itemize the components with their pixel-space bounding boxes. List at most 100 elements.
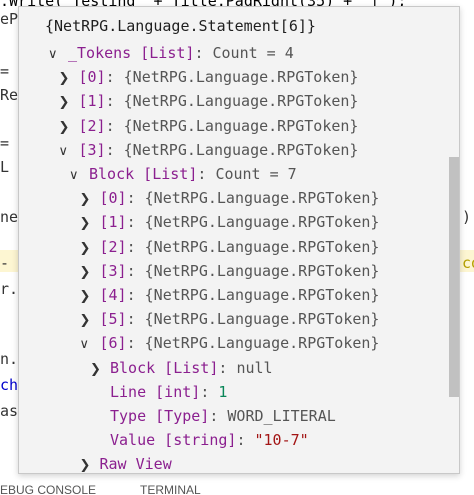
chevron-right-icon[interactable]: ❯: [80, 309, 100, 333]
chevron-right-icon[interactable]: ❯: [80, 285, 100, 309]
tree-item-name: [3]: [78, 140, 106, 159]
editor-code-fragment: -: [0, 254, 10, 272]
tree-item-separator: :: [209, 407, 228, 425]
editor-code-fragment: r.: [0, 280, 19, 298]
tree-item-value: {NetRPG.Language.RPGToken}: [123, 116, 359, 135]
tree-item-separator: :: [105, 92, 124, 111]
tree-item-name: [1]: [99, 213, 127, 232]
tree-item-name: Value [string]: [110, 431, 237, 450]
tab-terminal[interactable]: TERMINAL: [140, 483, 201, 495]
tree-item-value: Count = 4: [212, 44, 294, 62]
tree-row[interactable]: ❯ [2]: {NetRPG.Language.RPGToken}: [59, 114, 359, 138]
tree-item-separator: :: [126, 334, 145, 353]
chevron-right-icon[interactable]: ❯: [59, 91, 79, 115]
tree-item-separator: :: [194, 44, 213, 62]
tree-item-value: 1: [218, 382, 228, 401]
tree-item-separator: :: [126, 213, 145, 232]
chevron-right-icon[interactable]: ❯: [90, 358, 110, 382]
editor-code-fragment: ne: [0, 208, 19, 226]
tree-row[interactable]: ∨ _Tokens [List]: Count = 4: [48, 41, 294, 65]
tree-item-name: [6]: [99, 334, 127, 353]
tree-item-value: "10-7": [254, 431, 309, 450]
tree-item-separator: :: [197, 165, 216, 183]
chevron-right-icon[interactable]: ❯: [80, 212, 100, 236]
tree-item-value: WORD_LITERAL: [227, 407, 336, 425]
chevron-right-icon[interactable]: ❯: [59, 116, 79, 140]
tree-item-value: null: [236, 358, 273, 377]
tree-item-value: {NetRPG.Language.RPGToken}: [144, 261, 380, 280]
tree-item-name: Block [List]: [89, 165, 198, 183]
tree-row[interactable]: ❯ [3]: {NetRPG.Language.RPGToken}: [80, 259, 380, 283]
panel-tab-bar: EBUG CONSOLE TERMINAL: [0, 483, 474, 495]
editor-code-fragment: ch: [0, 376, 19, 394]
tree-item-separator: :: [126, 286, 145, 304]
tree-item-value: {NetRPG.Language.RPGToken}: [144, 237, 380, 256]
tree-item-value: {NetRPG.Language.RPGToken}: [123, 140, 359, 159]
chevron-right-icon[interactable]: ❯: [80, 454, 100, 473]
chevron-down-icon[interactable]: ∨: [69, 164, 89, 188]
tree-item-value: {NetRPG.Language.RPGToken}: [123, 92, 359, 111]
editor-code-fragment: n.: [0, 350, 19, 368]
editor-code-fragment: co: [462, 254, 474, 272]
tree-item-name: Block [List]: [110, 358, 219, 377]
tree-item-separator: :: [126, 189, 145, 208]
tree-item-name: [4]: [99, 286, 127, 304]
tree-item-value: {NetRPG.Language.RPGToken}: [144, 213, 380, 232]
tree-item-value: {NetRPG.Language.RPGToken}: [144, 189, 380, 208]
chevron-right-icon[interactable]: ❯: [80, 237, 100, 261]
hover-title: {NetRPG.Language.Statement[6]}: [45, 17, 316, 35]
tree-item-separator: :: [105, 116, 124, 135]
tree-item-value: {NetRPG.Language.RPGToken}: [144, 286, 380, 304]
tree-item-name: [2]: [78, 116, 106, 135]
tree-item-separator: :: [105, 68, 124, 87]
editor-code-fragment: eP: [0, 10, 19, 28]
tree-item-name: _Tokens [List]: [68, 44, 195, 62]
tree-item-separator: :: [200, 382, 219, 401]
chevron-down-icon[interactable]: ∨: [48, 43, 68, 67]
chevron-down-icon[interactable]: ∨: [80, 333, 100, 357]
tree-row[interactable]: ∨ [3]: {NetRPG.Language.RPGToken}: [59, 138, 359, 162]
tree-row: Type [Type]: WORD_LITERAL: [90, 404, 336, 428]
tree-row: Value [string]: "10-7": [90, 428, 309, 452]
tree-row[interactable]: ❯ [1]: {NetRPG.Language.RPGToken}: [80, 210, 380, 234]
tree-row[interactable]: ❯ [4]: {NetRPG.Language.RPGToken}: [80, 283, 380, 307]
tree-row[interactable]: ❯ [0]: {NetRPG.Language.RPGToken}: [59, 65, 359, 89]
tree-row[interactable]: ∨ Block [List]: Count = 7: [69, 162, 297, 186]
tree-item-value: {NetRPG.Language.RPGToken}: [123, 68, 359, 87]
tree-item-name: [0]: [99, 189, 127, 208]
tree-row[interactable]: ❯ [1]: {NetRPG.Language.RPGToken}: [59, 89, 359, 113]
tree-row: Line [int]: 1: [90, 380, 227, 404]
tree-item-separator: :: [126, 310, 145, 329]
vertical-scrollbar[interactable]: [449, 157, 459, 397]
chevron-right-icon[interactable]: ❯: [80, 261, 100, 285]
tree-row[interactable]: ❯ [2]: {NetRPG.Language.RPGToken}: [80, 235, 380, 259]
editor-code-fragment: =: [0, 62, 10, 80]
tree-item-name: [3]: [99, 261, 127, 280]
tree-row[interactable]: ∨ [6]: {NetRPG.Language.RPGToken}: [80, 331, 380, 355]
tree-item-separator: :: [126, 237, 145, 256]
editor-code-fragment: ): [462, 208, 472, 226]
chevron-right-icon[interactable]: ❯: [59, 67, 79, 91]
debug-hover-panel: ∨ _Tokens [List]: Count = 4 ❯ [0]: {NetRPG.…: [18, 6, 460, 474]
editor-code-fragment: =: [0, 134, 10, 152]
tree-row[interactable]: ❯ Raw View: [80, 452, 172, 474]
tree-item-name: [5]: [99, 310, 127, 329]
tree-item-name: [1]: [78, 92, 106, 111]
tree-row[interactable]: ❯ Block [List]: null: [90, 356, 273, 380]
tree-item-name: [0]: [78, 68, 106, 87]
tree-row[interactable]: ❯ [0]: {NetRPG.Language.RPGToken}: [80, 186, 380, 210]
chevron-down-icon[interactable]: ∨: [59, 140, 79, 164]
variable-tree: ∨ _Tokens [List]: Count = 4 ❯ [0]: {NetRPG.…: [19, 7, 447, 473]
tree-item-value: Count = 7: [215, 165, 297, 183]
tree-row[interactable]: ❯ [5]: {NetRPG.Language.RPGToken}: [80, 307, 380, 331]
editor-code-fragment: L: [0, 158, 10, 176]
editor-code-fragment: as: [0, 402, 19, 420]
tree-item-name: Type [Type]: [110, 407, 210, 425]
tree-item-separator: :: [218, 358, 237, 377]
editor-code-fragment: Re: [0, 86, 19, 104]
tree-item-name: Raw View: [99, 455, 172, 474]
tree-item-separator: :: [105, 140, 124, 159]
chevron-right-icon[interactable]: ❯: [80, 188, 100, 212]
tree-item-value: {NetRPG.Language.RPGToken}: [144, 310, 380, 329]
tab-debug-console[interactable]: EBUG CONSOLE: [0, 483, 96, 495]
